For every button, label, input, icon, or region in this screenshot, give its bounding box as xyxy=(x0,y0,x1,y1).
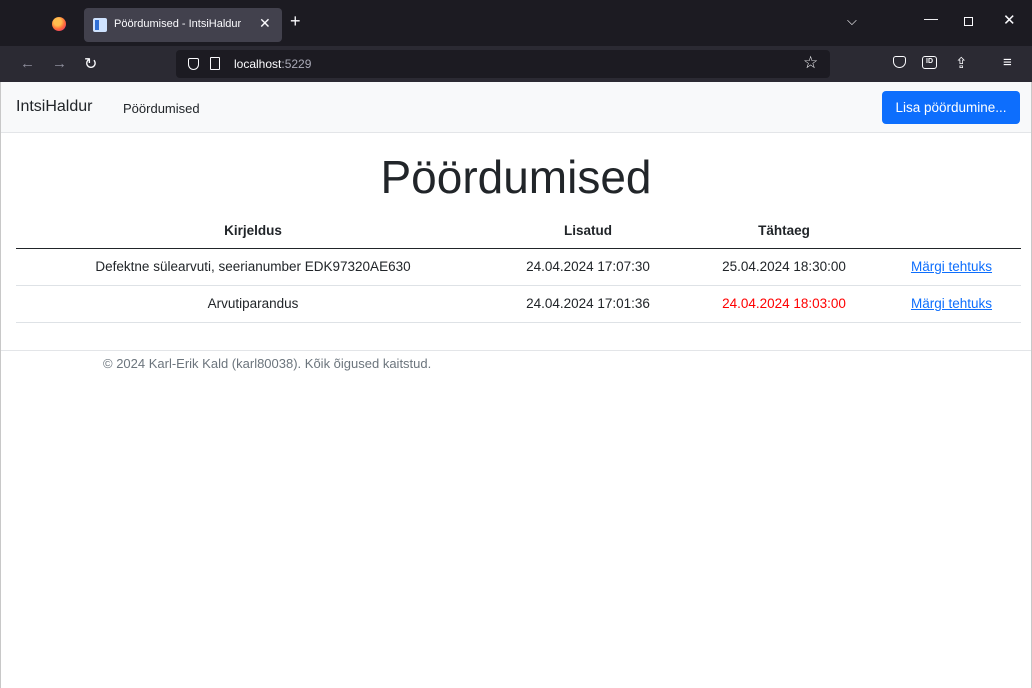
footer-copyright: © 2024 Karl-Erik Kald (karl80038). Kõik … xyxy=(103,356,432,371)
cell-description: Arvutiparandus xyxy=(16,285,490,323)
requests-table: Kirjeldus Lisatud Tähtaeg Defektne sülea… xyxy=(16,214,1021,323)
page-favicon-icon xyxy=(93,18,107,32)
arrow-right-icon[interactable]: → xyxy=(52,55,67,72)
url-port: :5229 xyxy=(281,57,312,71)
column-header-actions xyxy=(882,214,1021,249)
page-title: Pöördumised xyxy=(380,151,652,203)
url-bar[interactable]: localhost:5229 ☆ xyxy=(176,50,830,78)
browser-tab-bar: Pöördumised - IntsiHaldur ✕ + ⌵ — ✕ xyxy=(0,0,1032,46)
cell-added: 24.04.2024 17:01:36 xyxy=(490,285,686,323)
url-text[interactable]: localhost:5229 xyxy=(234,57,311,71)
cell-deadline-overdue: 24.04.2024 18:03:00 xyxy=(686,285,882,323)
brand-link[interactable]: IntsiHaldur xyxy=(16,98,92,116)
reload-icon[interactable]: ↻ xyxy=(84,54,97,74)
maximize-icon[interactable] xyxy=(964,17,973,26)
table-header-row: Kirjeldus Lisatud Tähtaeg xyxy=(16,214,1021,249)
cell-added: 24.04.2024 17:07:30 xyxy=(490,248,686,286)
page-icon[interactable] xyxy=(210,57,220,70)
cell-action: Märgi tehtuks xyxy=(882,248,1021,286)
mark-done-link[interactable]: Märgi tehtuks xyxy=(911,296,992,311)
firefox-icon[interactable] xyxy=(52,17,66,31)
table-row: Defektne sülearvuti, seerianumber EDK973… xyxy=(16,248,1021,286)
cell-description: Defektne sülearvuti, seerianumber EDK973… xyxy=(16,248,490,286)
window-border-left xyxy=(0,82,1,688)
close-tab-icon[interactable]: ✕ xyxy=(259,15,271,32)
footer: © 2024 Karl-Erik Kald (karl80038). Kõik … xyxy=(0,350,1032,380)
plus-icon[interactable]: + xyxy=(290,11,301,31)
cell-action: Märgi tehtuks xyxy=(882,285,1021,323)
pocket-icon[interactable] xyxy=(893,56,906,68)
column-header-description: Kirjeldus xyxy=(16,214,490,249)
column-header-added: Lisatud xyxy=(490,214,686,249)
mark-done-link[interactable]: Märgi tehtuks xyxy=(911,259,992,274)
chevron-down-icon[interactable]: ⌵ xyxy=(847,13,857,29)
url-host: localhost xyxy=(234,57,282,71)
table-row: Arvutiparandus 24.04.2024 17:01:36 24.04… xyxy=(16,285,1021,323)
browser-tab[interactable]: Pöördumised - IntsiHaldur ✕ xyxy=(84,8,282,42)
extension-icon[interactable]: ID xyxy=(922,56,937,69)
close-window-icon[interactable]: ✕ xyxy=(1003,11,1016,29)
hamburger-menu-icon[interactable]: ≡ xyxy=(1003,54,1012,71)
shield-icon[interactable] xyxy=(188,58,199,70)
app-header: IntsiHaldur Pöördumised Lisa pöördumine.… xyxy=(0,82,1032,133)
arrow-left-icon[interactable]: ← xyxy=(20,55,35,72)
column-header-deadline: Tähtaeg xyxy=(686,214,882,249)
browser-nav-bar: ← → ↻ localhost:5229 ☆ ID ⇪ ≡ xyxy=(0,46,1032,82)
nav-link-poordumised[interactable]: Pöördumised xyxy=(123,101,200,116)
minimize-icon[interactable]: — xyxy=(924,10,938,26)
add-request-button[interactable]: Lisa pöördumine... xyxy=(882,91,1020,124)
share-icon[interactable]: ⇪ xyxy=(955,54,968,72)
tab-title: Pöördumised - IntsiHaldur xyxy=(114,18,242,30)
cell-deadline: 25.04.2024 18:30:00 xyxy=(686,248,882,286)
star-icon[interactable]: ☆ xyxy=(803,53,818,73)
